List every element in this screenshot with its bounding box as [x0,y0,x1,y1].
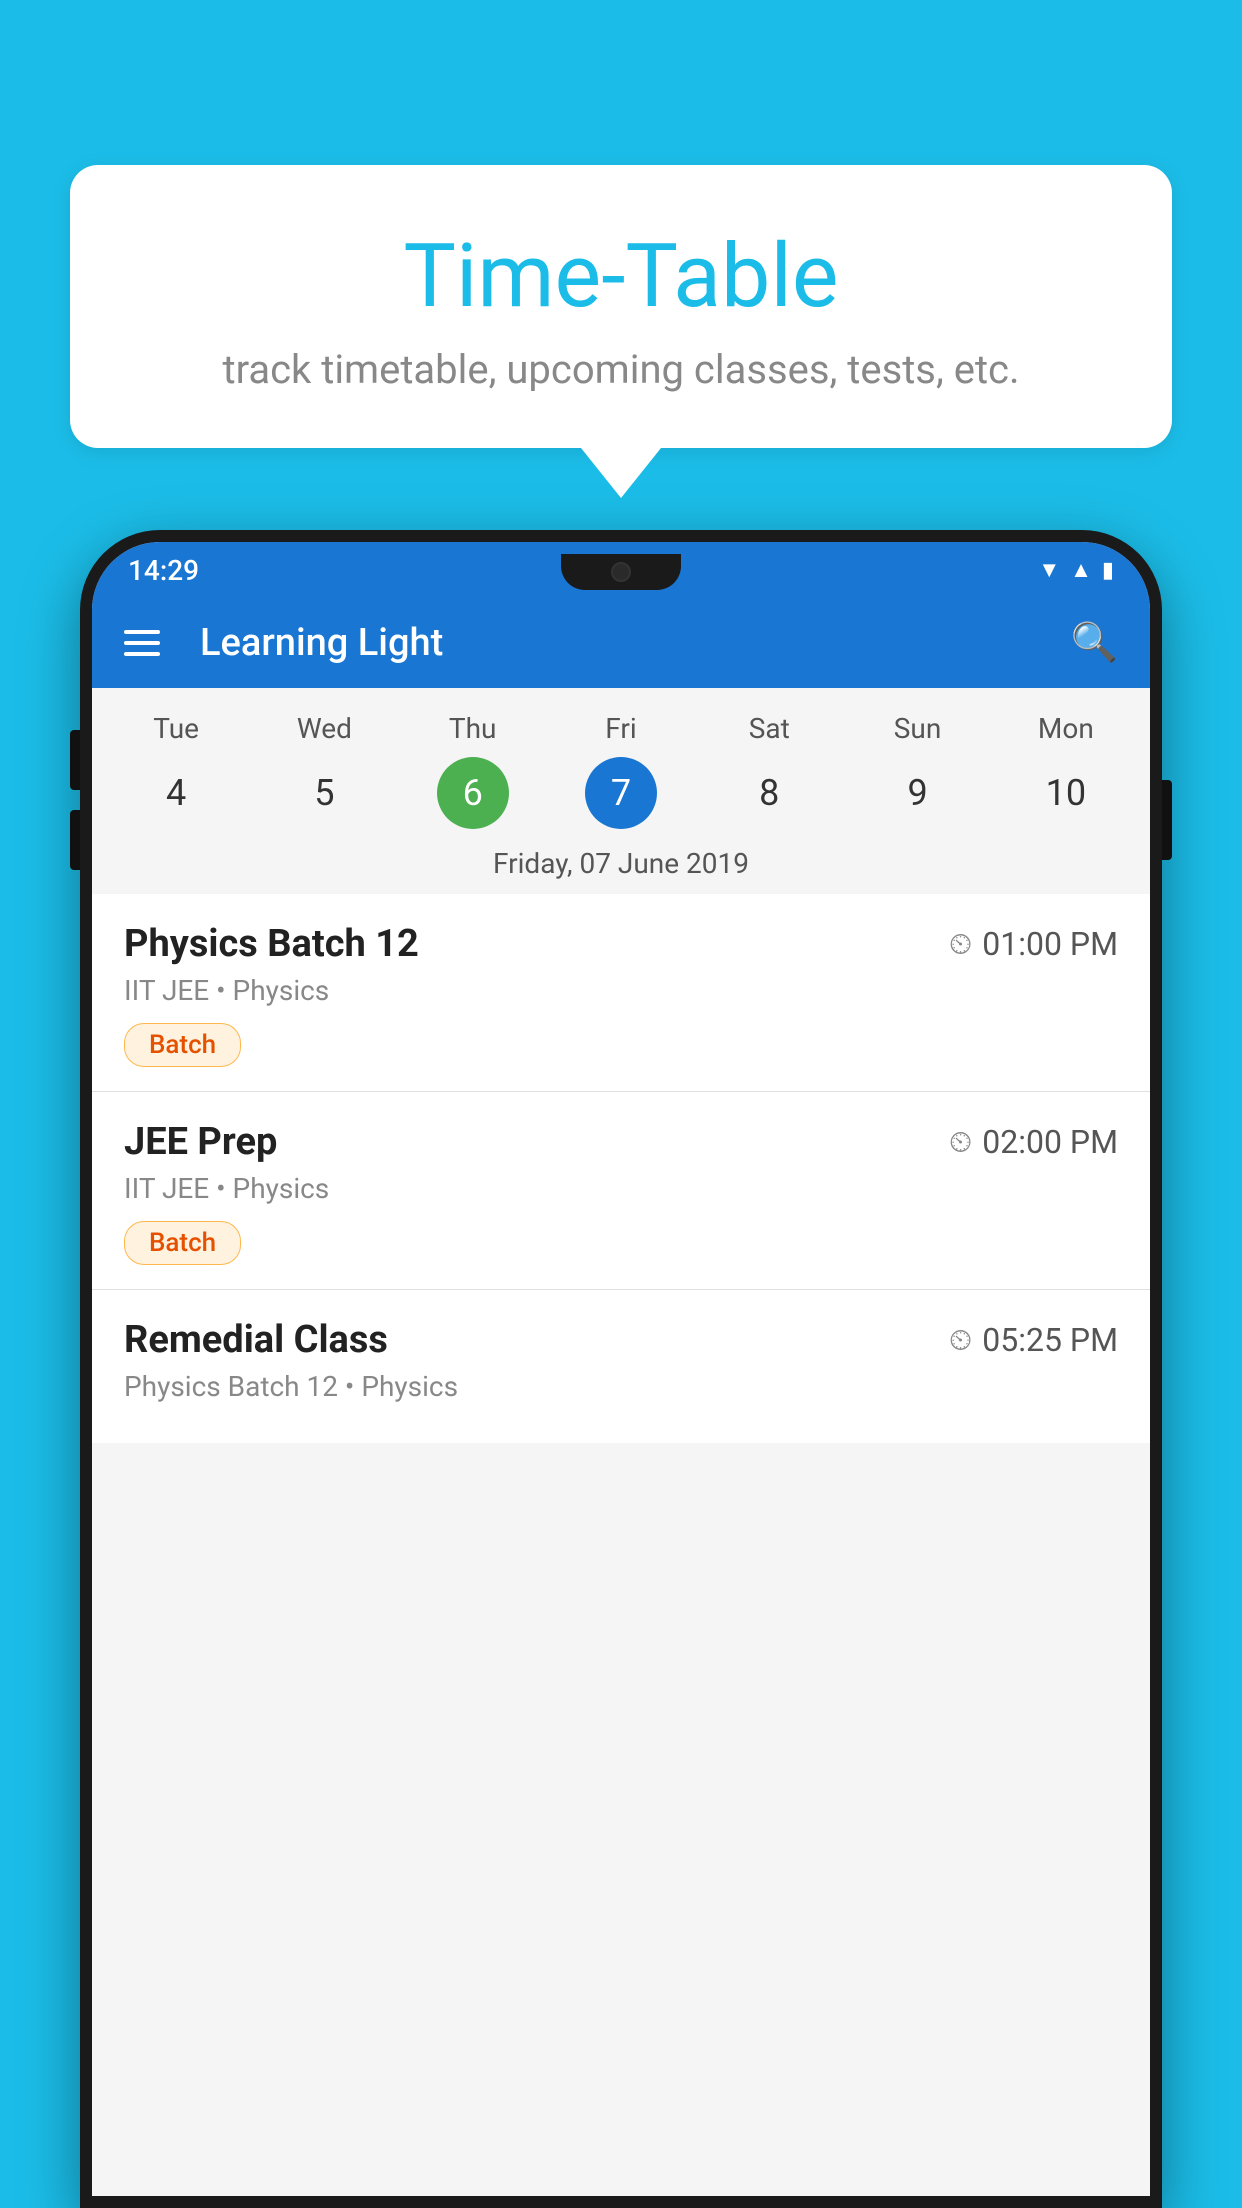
day-9[interactable]: 9 [843,757,991,829]
day-names-row: Tue Wed Thu Fri Sat Sun Mon [92,704,1150,753]
schedule-item-2-time: ⏲ 02:00 PM [949,1123,1118,1161]
schedule-item-1-time-text: 01:00 PM [982,925,1118,963]
day-name-tue: Tue [102,704,250,753]
phone-screen: 14:29 ▼ ▲ ▮ Learning Light 🔍 Tue Wed Thu [92,542,1150,2196]
day-8[interactable]: 8 [695,757,843,829]
status-icons: ▼ ▲ ▮ [1038,557,1114,583]
schedule-item-1-tag: Batch [124,1023,241,1067]
schedule-item-2-title: JEE Prep [124,1120,277,1164]
schedule-item-1-title: Physics Batch 12 [124,922,419,966]
schedule-item-3-title: Remedial Class [124,1318,388,1362]
day-4[interactable]: 4 [102,757,250,829]
schedule-item-2[interactable]: JEE Prep ⏲ 02:00 PM IIT JEE • Physics Ba… [92,1092,1150,1290]
search-icon[interactable]: 🔍 [1071,621,1118,665]
day-10[interactable]: 10 [992,757,1140,829]
day-name-wed: Wed [250,704,398,753]
schedule-item-1-subtitle: IIT JEE • Physics [124,974,1118,1007]
phone-frame: 14:29 ▼ ▲ ▮ Learning Light 🔍 Tue Wed Thu [80,530,1162,2208]
clock-icon-2: ⏲ [949,1125,972,1160]
day-name-sun: Sun [843,704,991,753]
power-button [1162,780,1172,860]
battery-icon: ▮ [1102,558,1114,583]
day-name-mon: Mon [992,704,1140,753]
signal-icon: ▲ [1070,557,1092,583]
schedule-item-3-time-text: 05:25 PM [982,1321,1118,1359]
day-name-sat: Sat [695,704,843,753]
hamburger-menu-icon[interactable] [124,630,160,656]
schedule-item-3-header: Remedial Class ⏲ 05:25 PM [124,1318,1118,1362]
day-numbers-row: 4 5 6 7 8 9 10 [92,753,1150,841]
selected-date-label: Friday, 07 June 2019 [92,841,1150,894]
schedule-item-1[interactable]: Physics Batch 12 ⏲ 01:00 PM IIT JEE • Ph… [92,894,1150,1092]
schedule-item-3-time: ⏲ 05:25 PM [949,1321,1118,1359]
schedule-item-3-subtitle: Physics Batch 12 • Physics [124,1370,1118,1403]
day-7-selected[interactable]: 7 [585,757,657,829]
speech-bubble-subtitle: track timetable, upcoming classes, tests… [130,346,1112,393]
app-title: Learning Light [200,621,1047,665]
speech-bubble-arrow [581,448,661,498]
day-name-thu: Thu [399,704,547,753]
clock-icon-3: ⏲ [949,1323,972,1358]
speech-bubble: Time-Table track timetable, upcoming cla… [70,165,1172,448]
day-6-today[interactable]: 6 [437,757,509,829]
speech-bubble-title: Time-Table [130,225,1112,328]
volume-down-button [70,810,80,870]
day-name-fri: Fri [547,704,695,753]
schedule-item-2-header: JEE Prep ⏲ 02:00 PM [124,1120,1118,1164]
wifi-icon: ▼ [1038,557,1060,583]
schedule-item-1-time: ⏲ 01:00 PM [949,925,1118,963]
phone-notch [561,554,681,590]
clock-icon-1: ⏲ [949,927,972,962]
speech-bubble-container: Time-Table track timetable, upcoming cla… [70,165,1172,498]
schedule-item-2-subtitle: IIT JEE • Physics [124,1172,1118,1205]
app-bar: Learning Light 🔍 [92,598,1150,688]
schedule-item-2-time-text: 02:00 PM [982,1123,1118,1161]
schedule-item-3[interactable]: Remedial Class ⏲ 05:25 PM Physics Batch … [92,1290,1150,1443]
status-time: 14:29 [128,554,199,587]
schedule-list: Physics Batch 12 ⏲ 01:00 PM IIT JEE • Ph… [92,894,1150,1443]
phone-camera [611,562,631,582]
calendar-week: Tue Wed Thu Fri Sat Sun Mon 4 5 6 7 8 9 … [92,688,1150,894]
schedule-item-1-header: Physics Batch 12 ⏲ 01:00 PM [124,922,1118,966]
volume-up-button [70,730,80,790]
schedule-item-2-tag: Batch [124,1221,241,1265]
day-5[interactable]: 5 [250,757,398,829]
